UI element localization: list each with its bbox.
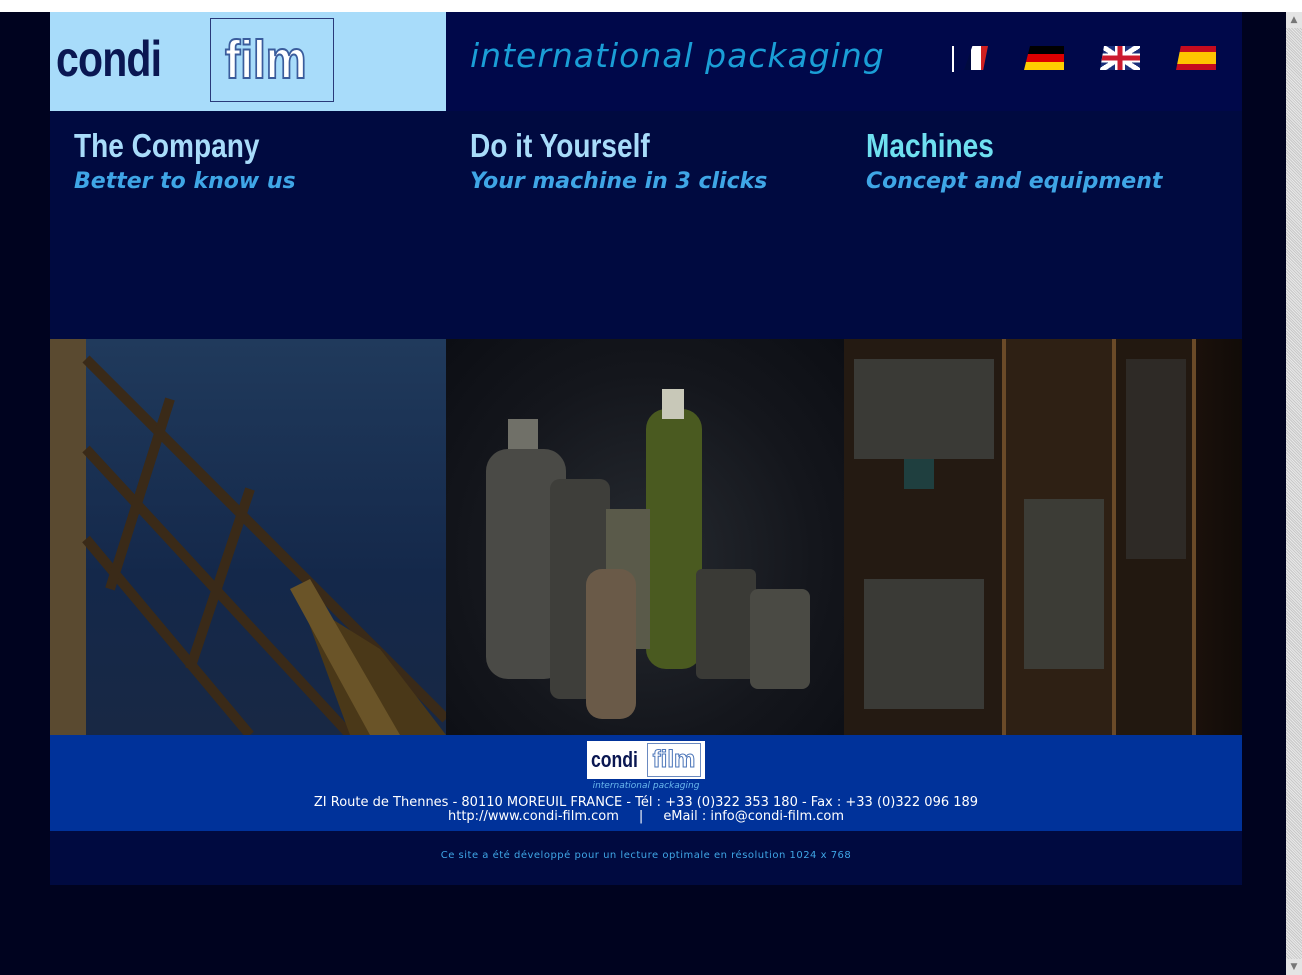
main-nav: The Company Better to know us Do it Your… [50,111,1242,339]
machine-illustration [844,339,1196,735]
footer-logo-condi: condi [591,747,638,772]
nav-title-machines[interactable]: Machines [866,127,1118,165]
header: condi film international packaging [50,12,1242,111]
nav-subtitle-machines[interactable]: Concept and equipment [866,169,1162,194]
flag-germany-icon[interactable] [1024,46,1064,70]
logo[interactable]: condi film [50,12,446,111]
image-gallery [50,339,1242,735]
footer-tagline: international packaging [592,781,700,791]
footer-separator: | [638,809,644,824]
flag-divider [952,46,954,72]
nav-title-diy[interactable]: Do it Yourself [470,127,723,165]
email-link[interactable]: eMail : info@condi-film.com [663,809,844,824]
footer-address: ZI Route de Thennes - 80110 MOREUIL FRAN… [313,795,979,810]
nav-item-diy[interactable]: Do it Yourself Your machine in 3 clicks [470,127,767,194]
footer-logo: condi film [587,741,705,779]
language-selector [952,46,1216,70]
logo-film-frame: film [210,18,334,102]
tagline: international packaging [470,36,885,75]
top-band [0,0,1302,12]
logo-film-text: film [224,30,307,90]
nav-item-company[interactable]: The Company Better to know us [74,127,296,194]
flag-spain-icon[interactable] [1176,46,1216,70]
building-photo[interactable] [50,339,446,735]
vertical-scrollbar[interactable] [1286,12,1302,975]
nav-subtitle-diy[interactable]: Your machine in 3 clicks [470,169,767,194]
flag-uk-icon[interactable] [1100,46,1140,70]
page: condi film international packaging The C… [0,0,1302,975]
footer-logo-film: film [647,743,701,777]
nav-item-machines[interactable]: Machines Concept and equipment [866,127,1162,194]
website-link[interactable]: http://www.condi-film.com [448,809,619,824]
machine-photo[interactable] [844,339,1242,735]
scroll-down-icon[interactable]: ▼ [1286,959,1302,975]
footer: condi film international packaging ZI Ro… [50,735,1242,831]
resolution-notice: Ce site a été développé pour un lecture … [440,850,852,861]
flag-france-icon[interactable] [964,46,988,70]
site-container: condi film international packaging The C… [50,12,1242,885]
containers-photo[interactable] [446,339,844,735]
containers-illustration [486,389,810,719]
nav-subtitle-company[interactable]: Better to know us [74,169,296,194]
footer-contact: http://www.condi-film.com | eMail : info@c… [50,810,1242,824]
logo-condi-text: condi [56,31,162,87]
building-illustration [50,339,446,735]
nav-title-company[interactable]: The Company [74,127,262,165]
scroll-up-icon[interactable]: ▲ [1286,12,1302,28]
